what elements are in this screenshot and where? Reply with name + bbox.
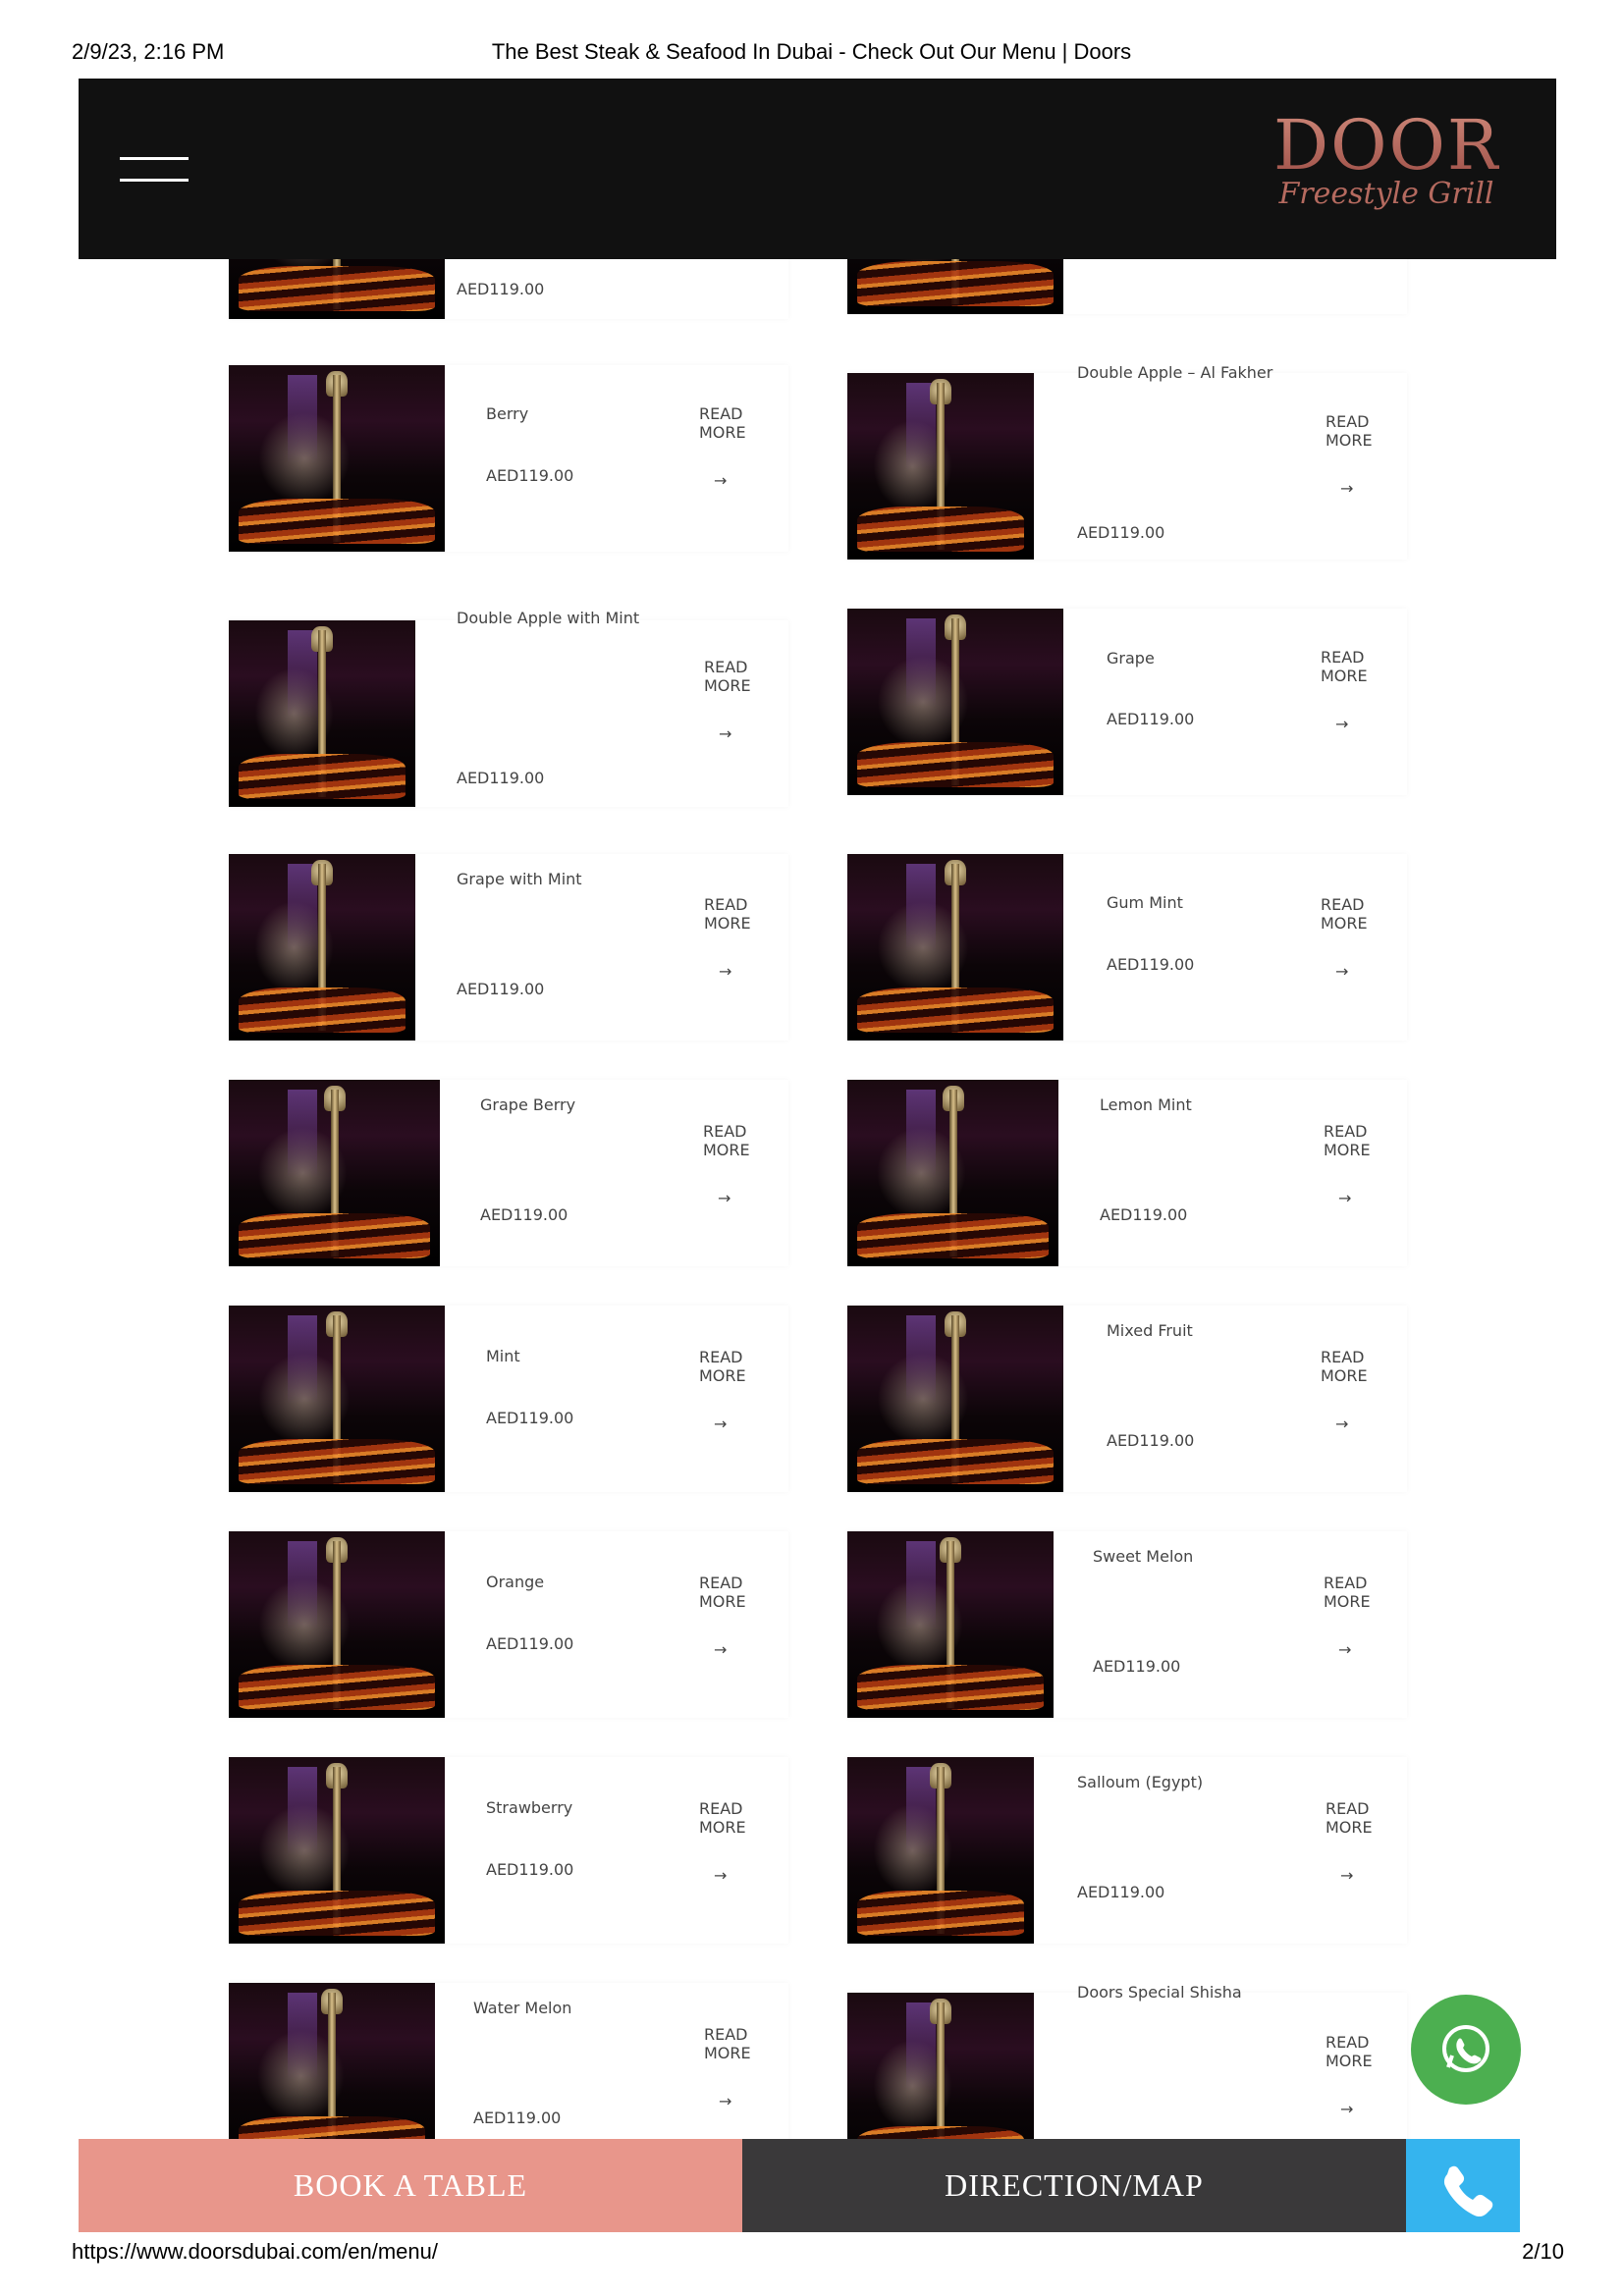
menu-item-image[interactable] — [229, 1757, 445, 1944]
phone-icon — [1443, 2165, 1493, 2217]
menu-item-name[interactable]: Doors Special Shisha — [1077, 1983, 1318, 2002]
site-header: DOORS Freestyle Grill — [79, 79, 1556, 259]
menu-item-image[interactable] — [229, 620, 415, 807]
menu-item-price: AED119.00 — [1100, 1205, 1188, 1224]
menu-item-price: AED119.00 — [1107, 710, 1195, 728]
menu-item-image[interactable] — [229, 1080, 440, 1266]
read-more-link[interactable]: READ MORE — [1324, 1122, 1412, 1159]
menu-item-price: AED119.00 — [480, 1205, 568, 1224]
arrow-right-icon[interactable]: → — [718, 1189, 730, 1207]
menu-item-image[interactable] — [229, 1531, 445, 1718]
read-more-link[interactable]: READ MORE — [699, 1348, 787, 1385]
menu-grid: AED119.00 Berry AED119.00 READ MORE → Double … — [0, 0, 1623, 2296]
arrow-right-icon[interactable]: → — [719, 724, 731, 743]
menu-item-card[interactable] — [847, 609, 1407, 795]
arrow-right-icon[interactable]: → — [1335, 1415, 1348, 1433]
menu-item-image[interactable] — [229, 1306, 445, 1492]
menu-item-card[interactable] — [229, 365, 788, 552]
menu-item-card[interactable] — [229, 1306, 788, 1492]
hamburger-icon[interactable] — [120, 157, 189, 185]
menu-item-name[interactable]: Orange — [486, 1573, 691, 1591]
arrow-right-icon[interactable]: → — [1340, 2100, 1353, 2118]
read-more-link[interactable]: READ MORE — [1325, 412, 1414, 450]
read-more-link[interactable]: READ MORE — [704, 2025, 792, 2062]
menu-item-price: AED119.00 — [457, 769, 545, 787]
menu-item-name[interactable]: Strawberry — [486, 1798, 691, 1817]
arrow-right-icon[interactable]: → — [1340, 479, 1353, 498]
menu-item-price: AED119.00 — [473, 2109, 562, 2127]
read-more-link[interactable]: READ MORE — [1324, 1574, 1412, 1611]
menu-item-card[interactable] — [229, 1531, 788, 1718]
arrow-right-icon[interactable]: → — [714, 1640, 727, 1659]
logo[interactable]: DOORS Freestyle Grill — [1273, 105, 1550, 224]
read-more-link[interactable]: READ MORE — [704, 658, 792, 695]
menu-item-name[interactable]: Water Melon — [473, 1999, 696, 2017]
arrow-right-icon[interactable]: → — [1338, 1189, 1351, 1207]
menu-item-card[interactable] — [229, 1757, 788, 1944]
call-button[interactable] — [1406, 2139, 1520, 2232]
logo-main: DOORS — [1273, 105, 1550, 186]
menu-item-price: AED119.00 — [1077, 1883, 1165, 1901]
menu-item-price: AED119.00 — [1107, 955, 1195, 974]
menu-item-name[interactable]: Mixed Fruit — [1107, 1321, 1313, 1340]
arrow-right-icon[interactable]: → — [719, 962, 731, 981]
read-more-link[interactable]: READ MORE — [703, 1122, 791, 1159]
menu-item-name[interactable]: Sweet Melon — [1093, 1547, 1316, 1566]
arrow-right-icon[interactable]: → — [1335, 715, 1348, 733]
menu-item-price: AED119.00 — [486, 1409, 574, 1427]
menu-item-card[interactable] — [847, 854, 1407, 1041]
arrow-right-icon[interactable]: → — [1338, 1640, 1351, 1659]
menu-item-name[interactable]: Lemon Mint — [1100, 1095, 1316, 1114]
menu-item-price: AED119.00 — [457, 280, 545, 298]
whatsapp-icon — [1442, 2025, 1489, 2072]
menu-item-name[interactable]: Gum Mint — [1107, 893, 1313, 912]
menu-item-image[interactable] — [847, 854, 1063, 1041]
menu-item-image[interactable] — [847, 1757, 1034, 1944]
read-more-link[interactable]: READ MORE — [1325, 2033, 1414, 2070]
menu-item-price: AED119.00 — [457, 980, 545, 998]
menu-item-image[interactable] — [229, 365, 445, 552]
menu-item-price: AED119.00 — [1093, 1657, 1181, 1676]
read-more-link[interactable]: READ MORE — [1325, 1799, 1414, 1837]
read-more-link[interactable]: READ MORE — [1321, 895, 1409, 933]
whatsapp-button[interactable] — [1411, 1995, 1521, 2105]
menu-item-image[interactable] — [847, 373, 1034, 560]
menu-item-price: AED119.00 — [1107, 1431, 1195, 1450]
logo-sub: Freestyle Grill — [1278, 177, 1494, 211]
read-more-link[interactable]: READ MORE — [1321, 648, 1409, 685]
read-more-link[interactable]: READ MORE — [699, 1574, 787, 1611]
menu-item-name[interactable]: Berry — [486, 404, 691, 423]
menu-item-price: AED119.00 — [486, 466, 574, 485]
book-table-button[interactable]: BOOK A TABLE — [79, 2139, 742, 2232]
menu-item-name[interactable]: Grape — [1107, 649, 1313, 667]
menu-item-price: AED119.00 — [486, 1634, 574, 1653]
read-more-link[interactable]: READ MORE — [704, 895, 792, 933]
read-more-link[interactable]: READ MORE — [699, 404, 787, 442]
bottom-action-bar: BOOK A TABLE DIRECTION/MAP — [79, 2139, 1520, 2232]
arrow-right-icon[interactable]: → — [714, 1866, 727, 1885]
read-more-link[interactable]: READ MORE — [699, 1799, 787, 1837]
arrow-right-icon[interactable]: → — [1340, 1866, 1353, 1885]
menu-item-image[interactable] — [229, 854, 415, 1041]
menu-item-name[interactable]: Salloum (Egypt) — [1077, 1773, 1318, 1791]
menu-item-name[interactable]: Double Apple – Al Fakher — [1077, 363, 1318, 382]
menu-item-price: AED119.00 — [1077, 523, 1165, 542]
menu-item-image[interactable] — [847, 1080, 1058, 1266]
read-more-link[interactable]: READ MORE — [1321, 1348, 1409, 1385]
direction-map-button[interactable]: DIRECTION/MAP — [742, 2139, 1406, 2232]
menu-item-name[interactable]: Grape Berry — [480, 1095, 695, 1114]
menu-item-price: AED119.00 — [486, 1860, 574, 1879]
menu-item-image[interactable] — [847, 1531, 1054, 1718]
arrow-right-icon[interactable]: → — [714, 471, 727, 490]
arrow-right-icon[interactable]: → — [714, 1415, 727, 1433]
menu-item-name[interactable]: Double Apple with Mint — [457, 609, 696, 627]
arrow-right-icon[interactable]: → — [719, 2092, 731, 2110]
menu-item-image[interactable] — [847, 609, 1063, 795]
menu-item-image[interactable] — [847, 1306, 1063, 1492]
arrow-right-icon[interactable]: → — [1335, 962, 1348, 981]
menu-item-name[interactable]: Grape with Mint — [457, 870, 696, 888]
menu-item-name[interactable]: Mint — [486, 1347, 691, 1365]
